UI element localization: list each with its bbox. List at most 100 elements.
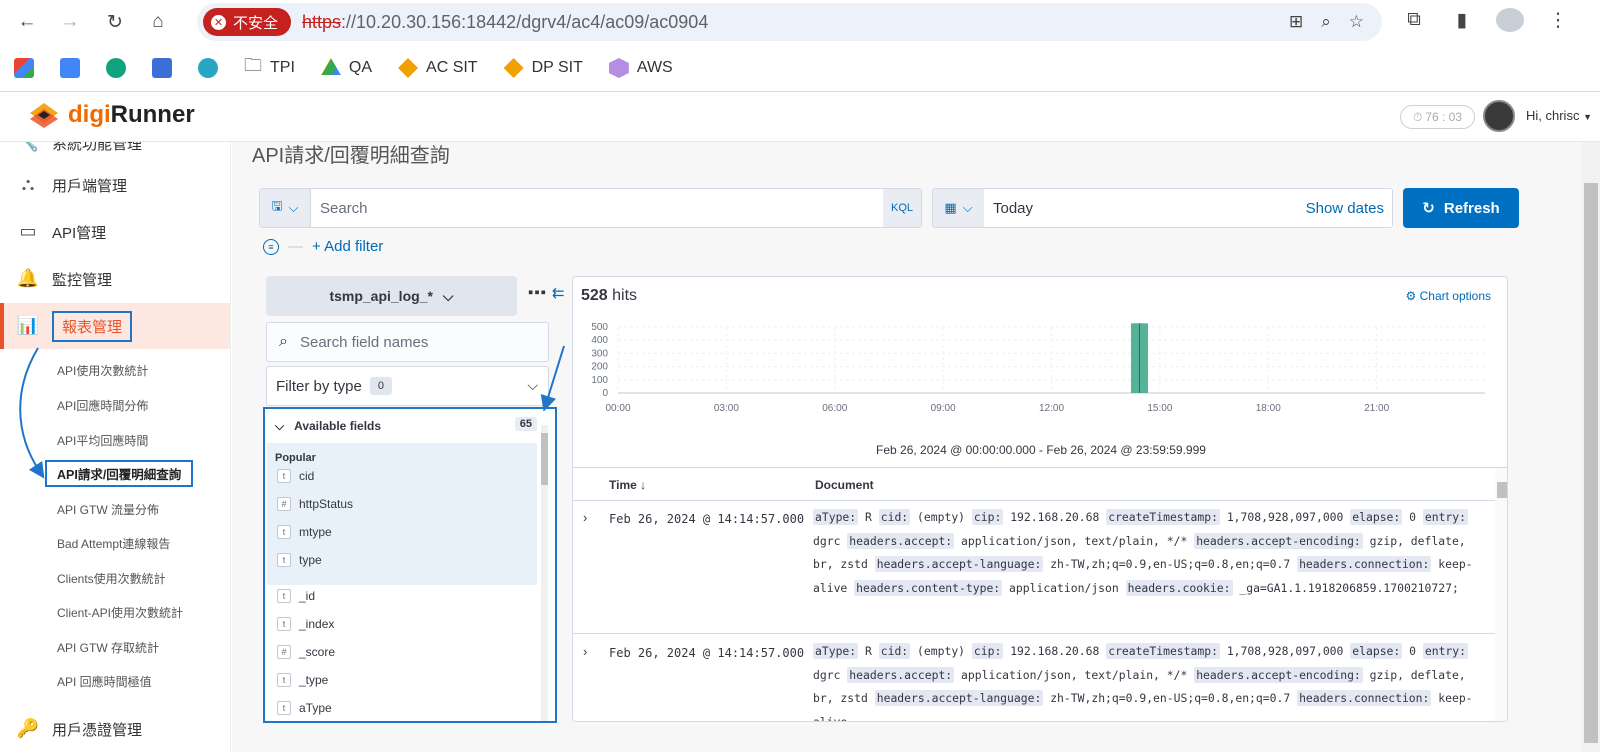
sub-item-avg-response[interactable]: API平均回應時間 [57,432,148,449]
url-text[interactable]: https://10.20.30.156:18442/dgrv4/ac4/ac0… [302,12,708,33]
doc-key: cip: [971,643,1004,659]
field-item[interactable]: t aType [277,701,332,715]
chart-options-button[interactable]: ⚙ Chart options [1406,289,1491,303]
app-bookmark-icon[interactable] [152,58,172,78]
sub-item-client-api-usage[interactable]: Client-API使用次數統計 [57,604,183,621]
bookmark-label: DP SIT [531,59,583,76]
folder-icon: 🗀 [244,55,262,75]
x-tick-label: 06:00 [822,403,847,414]
sidebar-item-certificates[interactable]: 🔑 用戶憑證管理 [0,706,230,752]
sub-item-bad-attempt[interactable]: Bad Attempt連線報告 [57,535,170,552]
sub-item-gtw-access[interactable]: API GTW 存取統計 [57,639,159,656]
menu-icon[interactable]: ⋮ [1544,9,1572,32]
collapse-sidebar-icon[interactable]: ⇇ [552,284,565,302]
field-item[interactable]: t cid [277,469,314,483]
star-icon[interactable]: ☆ [1349,12,1364,32]
row-document: aType: R cid: (empty) cip: 192.168.20.68… [813,640,1493,721]
sub-item-response-extreme[interactable]: API 回應時間極值 [57,673,152,690]
insecure-badge[interactable]: ✕ 不安全 [203,8,292,36]
filter-icon[interactable]: ≡ [263,238,279,255]
date-range-label: Feb 26, 2024 @ 00:00:00.000 - Feb 26, 20… [876,443,1206,457]
column-header-time[interactable]: Time ↓ [609,478,646,492]
address-bar[interactable]: ✕ 不安全 https://10.20.30.156:18442/dgrv4/a… [197,3,1382,41]
translate-bookmark-icon[interactable] [60,58,80,78]
user-greeting: Hi, chrisc [1526,108,1580,123]
expand-row-icon[interactable]: › [583,644,587,659]
saved-query-button[interactable]: 🖫 ⌵ [260,189,311,227]
date-value[interactable]: Today [993,200,1033,217]
refresh-button[interactable]: ↻ Refresh [1403,188,1519,228]
page-scrollbar-thumb[interactable] [1584,183,1598,743]
forward-icon[interactable]: → [57,9,83,35]
sub-item-request-detail[interactable]: API請求/回覆明細查詢 [45,460,194,487]
column-header-document: Document [815,478,874,492]
sidebar-item-reports[interactable]: 📊 報表管理 [0,303,230,349]
field-item[interactable]: t _type [277,673,328,687]
expand-row-icon[interactable]: › [583,510,587,525]
chevron-down-icon: ⌵ [288,200,299,215]
add-filter-link[interactable]: + Add filter [312,238,383,255]
field-item[interactable]: # _score [277,645,335,659]
string-type-icon: t [277,589,291,603]
doc-value: dgrc [813,533,841,548]
more-options-icon[interactable]: ▪▪▪ [528,284,547,301]
filter-by-type-button[interactable]: Filter by type 0 ⌵ [266,366,549,406]
translate-icon[interactable]: ⊞ [1289,12,1303,32]
chatgpt-icon[interactable] [106,58,126,78]
sidebar-item-monitor[interactable]: 🔔 監控管理 [0,256,230,302]
bookmark-aws[interactable]: AWS [608,58,673,78]
sidebar-item-api[interactable]: ▭ API管理 [0,209,230,255]
doc-value: application/json [1009,580,1119,595]
profile-icon[interactable] [1496,8,1524,32]
table-row[interactable]: › Feb 26, 2024 @ 14:14:57.000 aType: R c… [573,500,1507,633]
sidepanel-icon[interactable]: ▮ [1448,9,1476,32]
quick-select-button[interactable]: ▦ ⌵ [933,189,984,227]
back-icon[interactable]: ← [14,9,40,35]
field-item[interactable]: t mtype [277,525,332,539]
sub-item-gtw-traffic[interactable]: API GTW 流量分佈 [57,501,159,518]
sub-item-clients-usage[interactable]: Clients使用次數統計 [57,570,166,587]
reload-icon[interactable]: ↻ [102,9,128,35]
bookmark-ac-sit[interactable]: AC SIT [398,58,478,78]
field-search-input[interactable]: ⌕ Search field names [266,322,549,362]
sub-item-response-dist[interactable]: API回應時間分佈 [57,397,148,414]
number-type-icon: # [277,497,291,511]
star-bookmark-icon[interactable] [198,58,218,78]
gmail-icon[interactable] [14,58,34,78]
session-timer: ⏱ 76 : 03 [1400,105,1475,129]
histogram-chart[interactable]: 0 100 200 300 400 500 00:00 03:00 06:00 09:00 12:0… [573,323,1508,443]
bookmark-tpi[interactable]: 🗀 TPI [244,53,295,83]
field-item[interactable]: t type [277,553,322,567]
search-input[interactable]: Search [320,200,368,217]
field-name: type [299,553,322,567]
show-dates-link[interactable]: Show dates [1306,200,1384,217]
bookmark-dp-sit[interactable]: DP SIT [503,58,583,78]
doc-value: _ga=GA1.1.1918206859.1700210727; [1239,580,1459,595]
field-item[interactable]: # httpStatus [277,497,353,511]
y-tick-label: 300 [591,348,608,359]
wrench-icon: 🔧 [16,142,40,152]
index-pattern-selector[interactable]: tsmp_api_log_* ⌵ [266,276,517,316]
kql-toggle[interactable]: KQL [883,189,921,227]
x-tick-label: 12:00 [1039,403,1064,414]
digirunner-icon [398,58,419,78]
digirunner-icon [503,58,524,78]
table-scrollbar-thumb[interactable] [1497,482,1507,498]
date-picker: ▦ ⌵ Today Show dates [932,188,1393,228]
field-item[interactable]: t _index [277,617,334,631]
bookmark-qa[interactable]: QA [320,58,372,78]
sidebar-item-label: 用戶憑證管理 [52,721,143,739]
sub-item-api-usage[interactable]: API使用次數統計 [57,362,148,379]
user-menu[interactable]: Hi, chrisc ▼ [1526,108,1592,123]
available-fields-header[interactable]: ⌵ Available fields 65 [265,409,555,443]
sidebar-item-clients[interactable]: ⛬ 用戶端管理 [0,162,230,208]
field-item[interactable]: t _id [277,589,315,603]
logo[interactable]: digiRunner [28,101,195,129]
home-icon[interactable]: ⌂ [145,9,171,35]
extensions-icon[interactable]: ⧉ [1400,9,1428,31]
table-scrollbar[interactable] [1495,468,1507,721]
avatar[interactable] [1483,100,1515,132]
table-row[interactable]: › Feb 26, 2024 @ 14:14:57.000 aType: R c… [573,634,1507,721]
zoom-icon[interactable]: ⌕ [1321,12,1331,32]
fields-scrollbar-thumb[interactable] [541,433,548,485]
